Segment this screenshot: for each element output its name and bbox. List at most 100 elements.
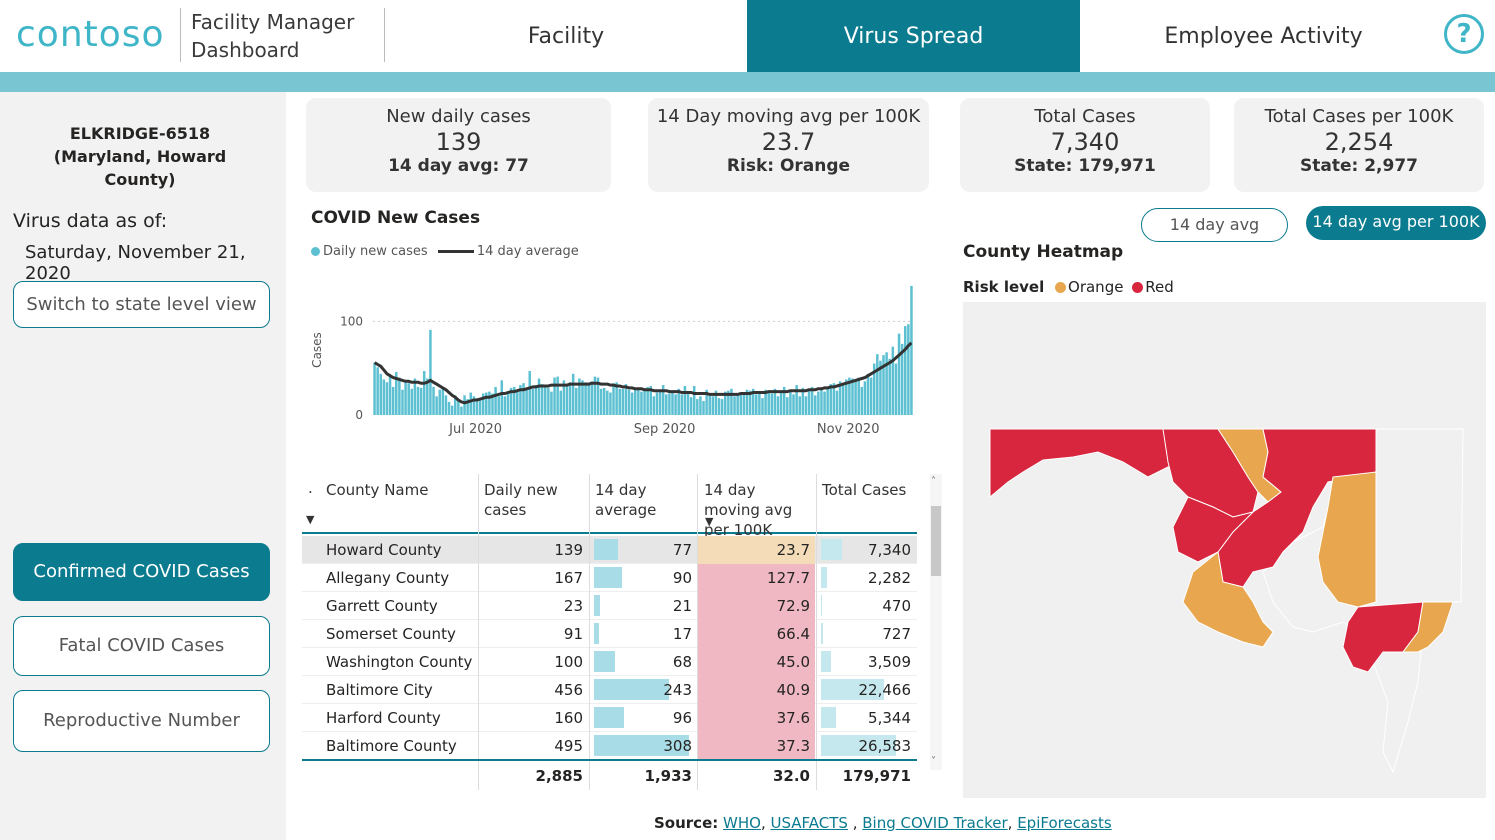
daily-cases-bar <box>674 394 677 415</box>
source-label: Source: <box>654 814 719 832</box>
daily-cases-bar <box>891 346 895 415</box>
kpi-title: New daily cases <box>386 106 531 127</box>
daily-cases-bar <box>696 399 699 415</box>
tab-facility[interactable]: Facility <box>385 0 747 72</box>
daily-cases-bar <box>907 324 910 415</box>
daily-cases-bar <box>404 381 407 415</box>
daily-cases-bar <box>826 388 829 415</box>
daily-cases-bar <box>767 392 770 415</box>
toggle-14-day-avg[interactable]: 14 day avg <box>1141 208 1288 242</box>
county-heatmap-title: County Heatmap <box>963 242 1124 262</box>
daily-cases-bar <box>860 386 864 415</box>
daily-cases-bar <box>612 383 615 415</box>
daily-cases-bar <box>885 352 888 415</box>
table-row[interactable]: Allegany County 167 90 127.7 2,282 <box>302 564 917 592</box>
x-tick-label: Nov 2020 <box>817 422 880 437</box>
total-value: 470 <box>882 597 911 615</box>
table-row[interactable]: Baltimore County 495 308 37.3 26,583 <box>302 732 917 760</box>
daily-cases: 167 <box>554 569 583 587</box>
help-icon[interactable]: ? <box>1444 14 1484 54</box>
per100k-value: 40.9 <box>776 681 810 699</box>
daily-cases-bar <box>739 394 743 415</box>
per100k-value: 37.6 <box>776 709 810 727</box>
col-header-total[interactable]: Total Cases <box>822 480 912 500</box>
daily-cases-bar <box>599 388 603 415</box>
daily-cases-bar <box>711 396 715 415</box>
tab-virus-spread[interactable]: Virus Spread <box>747 0 1080 72</box>
daily-cases-bar <box>618 388 621 415</box>
daily-cases-bar <box>556 376 559 415</box>
daily-cases-bar <box>708 395 711 415</box>
source-link-usafacts[interactable]: USAFACTS <box>771 814 848 832</box>
county-heatmap[interactable] <box>963 302 1486 798</box>
daily-cases-bar <box>478 400 482 415</box>
x-tick-label: Sep 2020 <box>634 422 696 437</box>
scroll-up-icon[interactable]: ˄ <box>931 476 936 487</box>
daily-cases-bar <box>776 396 780 415</box>
sort-icon[interactable]: ▼ <box>306 510 314 530</box>
table-row[interactable]: Harford County 160 96 37.6 5,344 <box>302 704 917 732</box>
total-value: 5,344 <box>868 709 911 727</box>
scroll-thumb[interactable] <box>931 506 941 576</box>
orange-dot-icon <box>1055 282 1067 293</box>
table-row[interactable]: Somerset County 91 17 66.4 727 <box>302 620 917 648</box>
per100k-value: 127.7 <box>767 569 810 587</box>
sort-desc-icon[interactable]: ▼ <box>705 512 713 532</box>
daily-cases-bar <box>866 373 870 415</box>
daily-cases-bar <box>665 394 668 415</box>
column-divider <box>478 474 479 790</box>
daily-cases-bar <box>401 389 404 415</box>
kpi-total-cases: Total Cases 7,340 State: 179,971 <box>960 98 1210 192</box>
daily-cases: 139 <box>554 541 583 559</box>
daily-cases-bar <box>460 406 463 415</box>
county-name: Baltimore City <box>326 681 433 699</box>
table-row[interactable]: Washington County 100 68 45.0 3,509 <box>302 648 917 676</box>
daily-cases-bar <box>422 371 426 415</box>
col-header-per100k[interactable]: 14 day moving avg per 100K <box>704 480 816 540</box>
col-header-avg14[interactable]: 14 day average <box>595 480 685 520</box>
x-tick-label: Jul 2020 <box>448 422 502 437</box>
fatal-cases-button[interactable]: Fatal COVID Cases <box>13 616 270 676</box>
table-row[interactable]: Garrett County 23 21 72.9 470 <box>302 592 917 620</box>
avg14-value: 17 <box>672 625 692 643</box>
kpi-value: 139 <box>435 128 482 156</box>
legend-daily-label: Daily new cases <box>323 244 428 259</box>
toggle-14-day-avg-per-100k[interactable]: 14 day avg per 100K <box>1306 206 1486 240</box>
daily-cases-bar <box>742 393 746 415</box>
daily-cases-bar <box>568 382 572 415</box>
daily-cases-bar <box>516 390 519 415</box>
col-header-daily[interactable]: Daily new cases <box>484 480 574 520</box>
daily-cases-bar <box>391 386 395 415</box>
table-scrollbar[interactable]: ˄ ˅ <box>930 474 942 770</box>
daily-cases-bar <box>388 375 392 415</box>
source-link-who[interactable]: WHO <box>723 814 761 832</box>
table-row[interactable]: Baltimore City 456 243 40.9 22,466 <box>302 676 917 704</box>
col-header-county[interactable]: County Name <box>326 480 476 500</box>
scroll-down-icon[interactable]: ˅ <box>931 756 936 767</box>
avg14-value: 77 <box>672 541 692 559</box>
county-table: . ▼ County Name Daily new cases 14 day a… <box>302 474 942 792</box>
daily-cases-bar <box>894 363 898 415</box>
avg14-value: 68 <box>672 653 692 671</box>
per100k-value: 37.3 <box>776 737 810 755</box>
daily-cases-bar <box>432 386 435 415</box>
daily-cases-bar <box>655 392 659 415</box>
tab-employee-activity[interactable]: Employee Activity <box>1080 0 1447 72</box>
source-link-epiforecasts[interactable]: EpiForecasts <box>1017 814 1111 832</box>
reproductive-number-button[interactable]: Reproductive Number <box>13 690 270 752</box>
county-name: Baltimore County <box>326 737 457 755</box>
total-daily: 2,885 <box>535 767 583 785</box>
avg14-value: 243 <box>663 681 692 699</box>
daily-cases-bar <box>444 395 448 415</box>
daily-cases: 100 <box>554 653 583 671</box>
confirmed-cases-button[interactable]: Confirmed COVID Cases <box>13 543 270 601</box>
app-title-line2: Dashboard <box>191 38 300 62</box>
daily-cases-bar <box>528 371 531 415</box>
daily-cases-bar <box>441 387 445 415</box>
daily-cases-bar <box>379 373 383 415</box>
source-link-bing[interactable]: Bing COVID Tracker <box>862 814 1007 832</box>
switch-state-view-button[interactable]: Switch to state level view <box>13 281 270 328</box>
daily-cases-bar <box>792 394 795 415</box>
kpi-title: Total Cases <box>1034 106 1136 127</box>
table-row[interactable]: Howard County 139 77 23.7 7,340 <box>302 536 917 564</box>
